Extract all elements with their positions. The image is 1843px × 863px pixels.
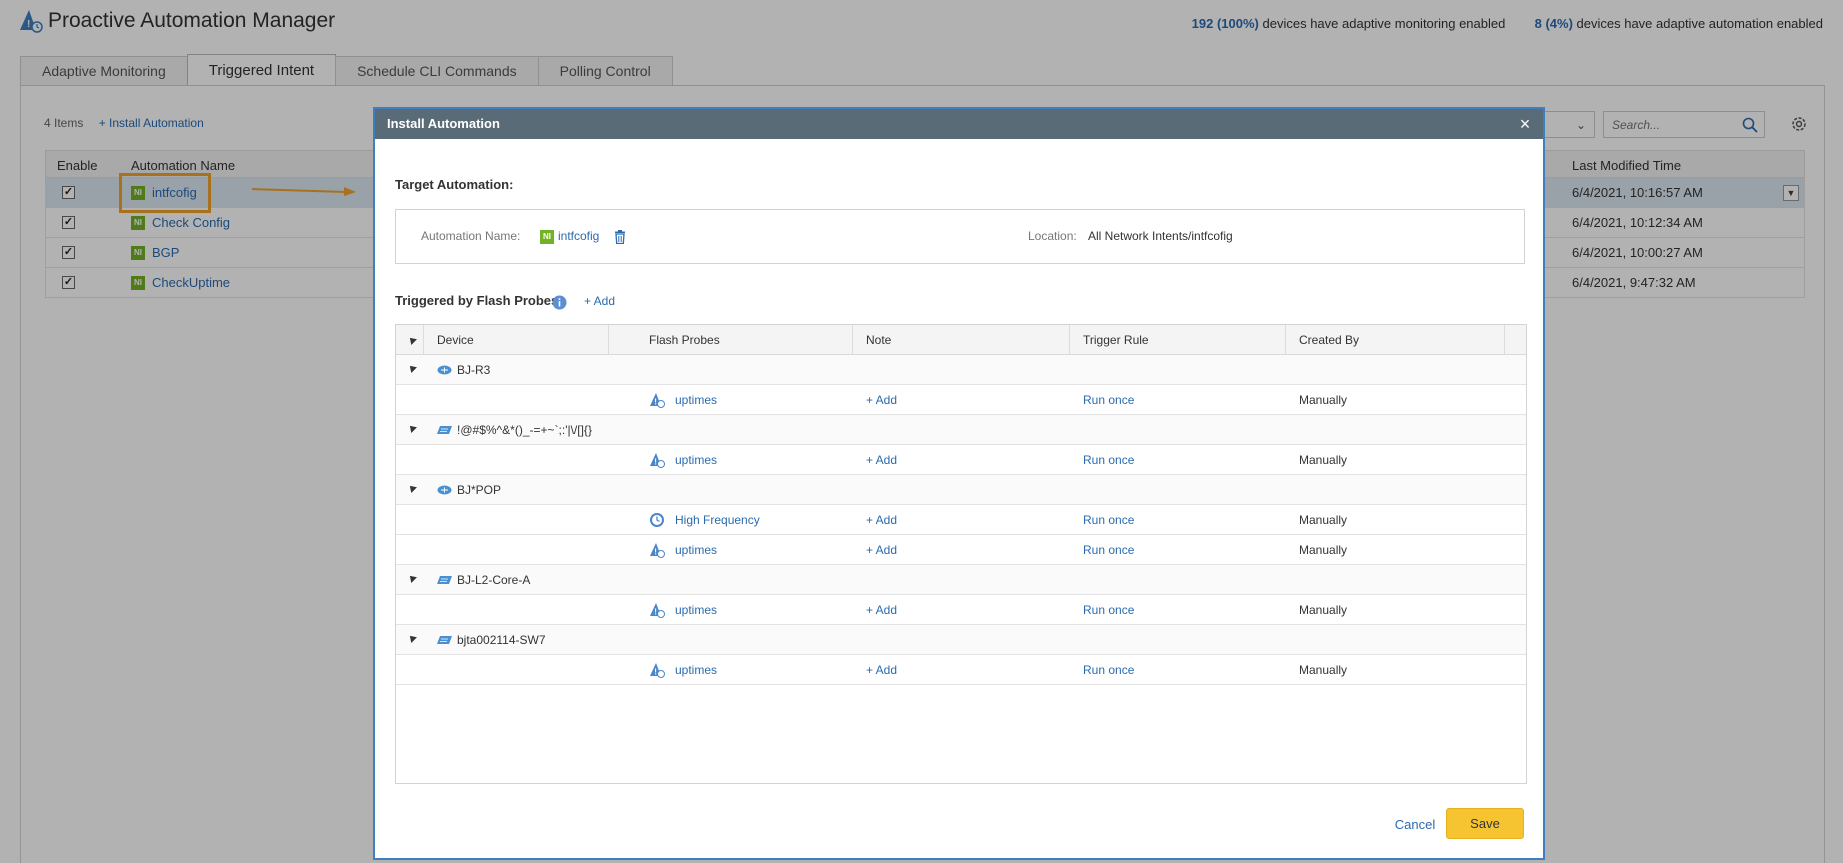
alert-probe-icon: ! <box>650 393 665 408</box>
add-note-link[interactable]: + Add <box>866 393 897 407</box>
network-intent-icon: NI <box>540 230 554 244</box>
flash-probe-link[interactable]: uptimes <box>675 603 717 617</box>
flash-probe-link[interactable]: uptimes <box>675 663 717 677</box>
switch-icon <box>437 576 452 584</box>
triggered-by-flash-probes-title: Triggered by Flash Probes <box>395 293 559 308</box>
probe-row: ! uptimes + Add Run once Manually <box>396 385 1526 415</box>
header-created-by[interactable]: Created By <box>1299 333 1359 347</box>
dialog-title: Install Automation <box>387 116 500 131</box>
device-name: BJ-L2-Core-A <box>457 573 531 587</box>
cancel-button[interactable]: Cancel <box>1387 810 1443 840</box>
location-value: All Network Intents/intfcofig <box>1088 229 1233 243</box>
switch-icon <box>437 636 452 644</box>
probe-row: ! uptimes + Add Run once Manually <box>396 655 1526 685</box>
created-by: Manually <box>1299 393 1348 407</box>
svg-text:!: ! <box>654 458 657 467</box>
trigger-rule-link[interactable]: Run once <box>1083 453 1134 467</box>
add-note-link[interactable]: + Add <box>866 663 897 677</box>
target-automation-title: Target Automation: <box>395 177 514 192</box>
router-icon <box>437 365 452 375</box>
svg-text:!: ! <box>654 548 657 557</box>
created-by: Manually <box>1299 543 1348 557</box>
created-by: Manually <box>1299 603 1348 617</box>
flash-probes-table: Device Flash Probes Note Trigger Rule Cr… <box>395 324 1527 784</box>
switch-icon <box>437 426 452 434</box>
created-by: Manually <box>1299 663 1348 677</box>
probe-row: ! uptimes + Add Run once Manually <box>396 535 1526 565</box>
collapse-icon[interactable] <box>407 363 417 373</box>
device-group-row[interactable]: !@#$%^&*()_-=+~`;:'|\/[]{} <box>396 415 1526 445</box>
svg-text:!: ! <box>654 608 657 617</box>
probe-row: ! uptimes + Add Run once Manually <box>396 445 1526 475</box>
device-name: BJ*POP <box>457 483 502 497</box>
device-name: !@#$%^&*()_-=+~`;:'|\/[]{} <box>457 423 592 437</box>
add-note-link[interactable]: + Add <box>866 453 897 467</box>
target-automation-link[interactable]: intfcofig <box>558 229 599 243</box>
alert-probe-icon: ! <box>650 603 665 618</box>
collapse-all-icon[interactable] <box>407 335 417 345</box>
alert-probe-icon: ! <box>650 543 665 558</box>
trigger-rule-link[interactable]: Run once <box>1083 603 1134 617</box>
info-icon[interactable] <box>552 295 567 310</box>
alert-probe-icon: ! <box>650 663 665 678</box>
alert-probe-icon: ! <box>650 453 665 468</box>
device-name: BJ-R3 <box>457 363 491 377</box>
trigger-rule-link[interactable]: Run once <box>1083 513 1134 527</box>
clock-probe-icon <box>650 513 664 527</box>
device-name: bjta002114-SW7 <box>457 633 546 647</box>
router-icon <box>437 485 452 495</box>
flash-probe-link[interactable]: uptimes <box>675 543 717 557</box>
created-by: Manually <box>1299 453 1348 467</box>
trigger-rule-link[interactable]: Run once <box>1083 393 1134 407</box>
collapse-icon[interactable] <box>407 483 417 493</box>
probes-table-header: Device Flash Probes Note Trigger Rule Cr… <box>396 325 1526 355</box>
flash-probe-link[interactable]: uptimes <box>675 453 717 467</box>
probe-row: High Frequency + Add Run once Manually <box>396 505 1526 535</box>
device-group-row[interactable]: BJ*POP <box>396 475 1526 505</box>
svg-text:!: ! <box>654 668 657 677</box>
collapse-icon[interactable] <box>407 573 417 583</box>
header-flash-probes[interactable]: Flash Probes <box>649 333 720 347</box>
svg-text:!: ! <box>654 398 657 407</box>
collapse-icon[interactable] <box>407 423 417 433</box>
flash-probe-link[interactable]: High Frequency <box>675 513 760 527</box>
trigger-rule-link[interactable]: Run once <box>1083 663 1134 677</box>
header-trigger-rule[interactable]: Trigger Rule <box>1083 333 1149 347</box>
add-note-link[interactable]: + Add <box>866 543 897 557</box>
add-note-link[interactable]: + Add <box>866 513 897 527</box>
install-automation-dialog: Install Automation × Target Automation: … <box>373 107 1545 860</box>
device-group-row[interactable]: BJ-R3 <box>396 355 1526 385</box>
close-icon[interactable]: × <box>1515 109 1535 139</box>
automation-name-label: Automation Name: <box>421 229 521 243</box>
flash-probe-link[interactable]: uptimes <box>675 393 717 407</box>
header-note[interactable]: Note <box>866 333 891 347</box>
device-group-row[interactable]: BJ-L2-Core-A <box>396 565 1526 595</box>
collapse-icon[interactable] <box>407 633 417 643</box>
target-automation-box: Automation Name: NI intfcofig Location: … <box>395 209 1525 264</box>
trash-icon[interactable] <box>614 230 626 244</box>
add-note-link[interactable]: + Add <box>866 603 897 617</box>
device-group-row[interactable]: bjta002114-SW7 <box>396 625 1526 655</box>
header-device[interactable]: Device <box>437 333 474 347</box>
probe-row: ! uptimes + Add Run once Manually <box>396 595 1526 625</box>
add-flash-probe-link[interactable]: + Add <box>584 294 615 308</box>
location-label: Location: <box>1028 229 1077 243</box>
created-by: Manually <box>1299 513 1348 527</box>
save-button[interactable]: Save <box>1446 808 1524 839</box>
dialog-header: Install Automation <box>375 109 1543 139</box>
trigger-rule-link[interactable]: Run once <box>1083 543 1134 557</box>
